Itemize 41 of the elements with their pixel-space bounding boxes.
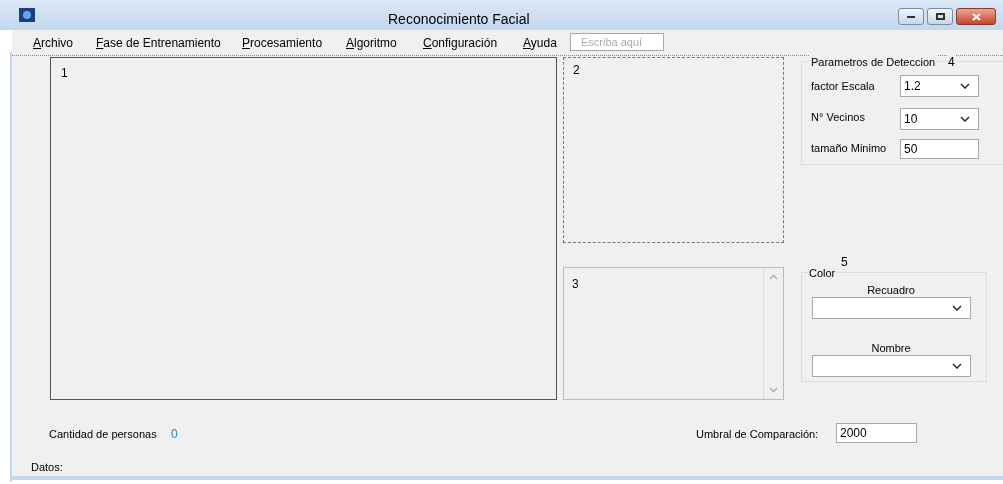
panel-label: 3 [572, 276, 579, 293]
minimize-icon [907, 15, 915, 18]
count-value: 0 [171, 426, 178, 443]
field-label: tamaño Minimo [811, 141, 887, 156]
menu-item[interactable]: Algoritmo [346, 34, 397, 52]
dropdown[interactable] [812, 355, 971, 377]
data-label: Datos: [31, 460, 63, 475]
dropdown[interactable]: 10 [900, 108, 979, 130]
maximize-button[interactable] [927, 8, 953, 25]
text-area[interactable] [563, 267, 784, 400]
close-icon [971, 12, 981, 21]
count-label: Cantidad de personas [49, 427, 157, 442]
field-label: Nombre [870, 341, 912, 356]
dropdown[interactable] [812, 297, 971, 319]
menu-item[interactable]: Configuración [423, 34, 498, 52]
menu-item[interactable]: Procesamiento [242, 34, 323, 52]
chevron-down-icon [769, 387, 778, 393]
field-label: Recuadro [866, 283, 916, 298]
chevron-down-icon [960, 83, 970, 89]
panel-label: 2 [573, 62, 580, 79]
menu-type-field[interactable]: Escriba aquí [570, 33, 664, 51]
dropdown[interactable]: 1.2 [900, 75, 979, 97]
panel-label: 1 [61, 65, 68, 82]
window-title: Reconocimiento Facial [388, 10, 530, 29]
app-icon [19, 8, 35, 22]
menu-item[interactable]: Archivo [33, 34, 74, 52]
maximize-icon [935, 13, 945, 20]
threshold-field[interactable]: 2000 [836, 423, 917, 443]
menu-item[interactable]: Fase de Entrenamiento [96, 34, 221, 52]
field-label: N° Vecinos [811, 110, 865, 125]
threshold-label: Umbral de Comparación: [696, 427, 819, 442]
field-label: factor Escala [811, 79, 875, 94]
minimize-button[interactable] [898, 8, 924, 25]
close-button[interactable] [956, 8, 996, 25]
chevron-down-icon [960, 116, 970, 122]
text-field[interactable]: 50 [900, 139, 979, 159]
chevron-down-icon [952, 363, 962, 369]
menu-item[interactable]: Ayuda [523, 34, 557, 52]
chevron-down-icon [952, 305, 962, 311]
chevron-up-icon [769, 274, 778, 280]
group-number: 5 [841, 254, 848, 271]
